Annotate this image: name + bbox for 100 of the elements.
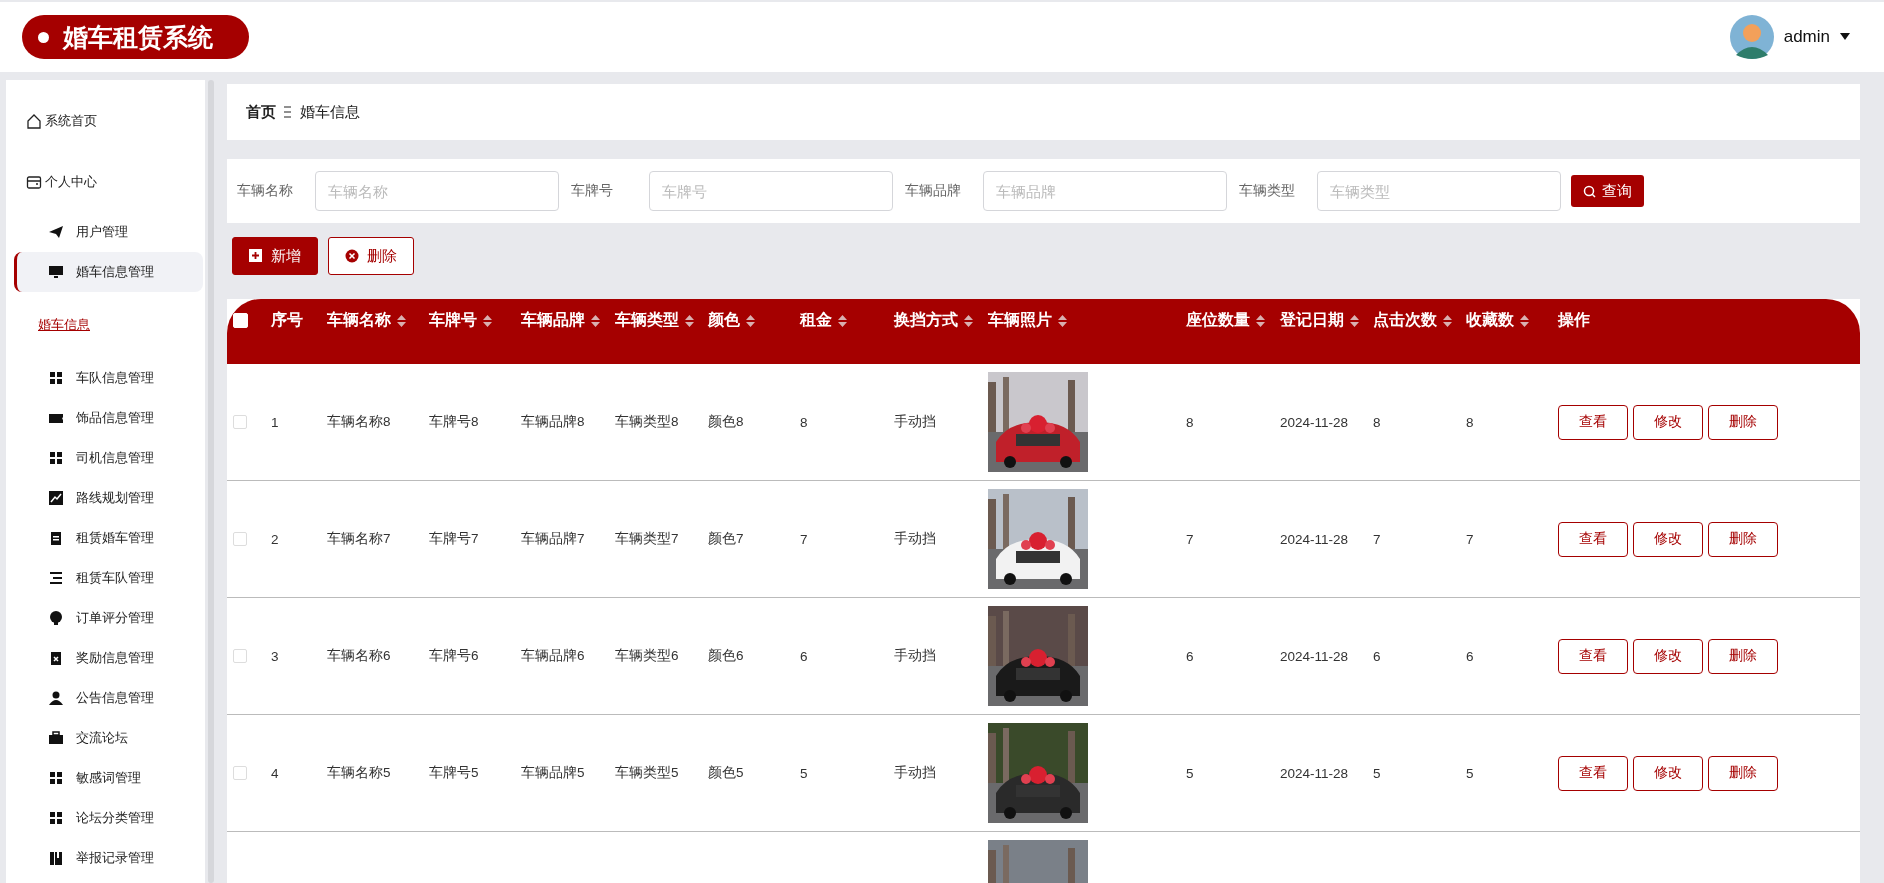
table-cell: 6 — [1373, 648, 1381, 664]
input-field[interactable]: 车辆名称 — [315, 171, 559, 211]
table-cell: 2024-11-28 — [1280, 648, 1349, 664]
sort-icon — [1256, 314, 1265, 327]
table-cell: 车辆品牌6 — [521, 648, 585, 663]
checkbox[interactable] — [233, 415, 247, 429]
clipboard-icon — [48, 530, 64, 546]
sort-icon — [685, 314, 694, 327]
nav-item[interactable]: 司机信息管理 — [14, 438, 203, 478]
app-title: 婚车租赁系统 — [22, 15, 249, 59]
table-cell: 颜色5 — [708, 765, 744, 780]
nav-item[interactable]: 举报记录管理 — [14, 838, 203, 878]
separator-icon — [284, 106, 292, 118]
grid-icon — [48, 810, 64, 826]
table-cell: 8 — [1186, 414, 1194, 430]
view-button[interactable]: 查看 — [1558, 521, 1628, 557]
delete-button[interactable]: 删除 — [1708, 404, 1778, 440]
sort-icon — [397, 314, 406, 327]
briefcase-icon — [48, 730, 64, 746]
home-icon — [26, 112, 42, 129]
nav-item[interactable]: 饰品信息管理 — [14, 398, 203, 438]
column-header[interactable]: 车辆名称 — [327, 310, 391, 331]
nav-item[interactable]: 个人中心 — [6, 151, 205, 212]
edit-button[interactable]: 修改 — [1633, 755, 1703, 791]
nav-item[interactable]: 车队信息管理 — [14, 358, 203, 398]
table-cell: 8 — [1466, 414, 1474, 430]
nav-item[interactable]: 系统首页 — [6, 90, 205, 151]
field-label: 车辆类型 — [1239, 182, 1296, 200]
user-name[interactable]: admin — [1783, 27, 1830, 47]
table-cell: 车牌号5 — [429, 765, 479, 780]
table-cell: 车辆类型8 — [615, 414, 679, 429]
grid-icon — [48, 770, 64, 786]
input-field[interactable]: 车辆类型 — [1317, 171, 1561, 211]
edit-button[interactable]: 修改 — [1633, 521, 1703, 557]
nav-item[interactable]: 订单评分管理 — [14, 598, 203, 638]
column-header[interactable]: 租金 — [800, 310, 832, 331]
table-cell: 手动挡 — [894, 765, 936, 780]
column-header: 操作 — [1558, 310, 1590, 330]
table-cell: 7 — [800, 531, 808, 547]
table-cell: 车辆品牌5 — [521, 765, 585, 780]
table-cell: 车牌号7 — [429, 531, 479, 546]
nav-item[interactable]: 敏感词管理 — [14, 758, 203, 798]
nav-item[interactable]: 路线规划管理 — [14, 478, 203, 518]
sort-icon — [1058, 314, 1067, 327]
search-button[interactable]: 查询 — [1571, 175, 1644, 207]
view-button[interactable]: 查看 — [1558, 404, 1628, 440]
nav-item[interactable]: 租赁车队管理 — [14, 558, 203, 598]
input-field[interactable]: 车牌号 — [649, 171, 893, 211]
sort-icon — [1350, 314, 1359, 327]
input-field[interactable]: 车辆品牌 — [983, 171, 1227, 211]
column-header[interactable]: 车辆照片 — [988, 310, 1052, 331]
edit-button[interactable]: 修改 — [1633, 638, 1703, 674]
close-icon — [345, 249, 359, 263]
nav-item[interactable]: 用户管理 — [14, 212, 203, 252]
column-header[interactable]: 车辆品牌 — [521, 310, 585, 331]
column-header[interactable]: 点击次数 — [1373, 310, 1437, 331]
view-button[interactable]: 查看 — [1558, 755, 1628, 791]
table-cell: 2 — [271, 531, 279, 547]
breadcrumb-item[interactable]: 首页 — [246, 102, 276, 122]
checkbox[interactable] — [233, 532, 247, 546]
nav-item[interactable]: 奖励信息管理 — [14, 638, 203, 678]
field-label: 车辆名称 — [237, 182, 294, 200]
column-header[interactable]: 颜色 — [708, 310, 740, 331]
nav-item[interactable]: 论坛分类管理 — [14, 798, 203, 838]
column-header[interactable]: 座位数量 — [1186, 310, 1250, 331]
table-cell: 6 — [1186, 648, 1194, 664]
delete-button[interactable]: 删除 — [1708, 521, 1778, 557]
table-cell: 7 — [1466, 531, 1474, 547]
add-button[interactable]: 新增 — [232, 237, 318, 275]
column-header[interactable]: 车牌号 — [429, 310, 477, 331]
nav-item[interactable]: 公告信息管理 — [14, 678, 203, 718]
plus-icon — [249, 249, 263, 263]
edit-button[interactable]: 修改 — [1633, 404, 1703, 440]
table-cell: 7 — [1373, 531, 1381, 547]
table-cell: 1 — [271, 414, 279, 430]
delete-button[interactable]: 删除 — [1708, 755, 1778, 791]
table-cell: 车辆类型6 — [615, 648, 679, 663]
column-header[interactable]: 换挡方式 — [894, 310, 958, 331]
nav-item[interactable]: 交流论坛 — [14, 718, 203, 758]
checkbox[interactable] — [233, 766, 247, 780]
table-cell: 2024-11-28 — [1280, 531, 1349, 547]
monitor-icon — [48, 264, 64, 280]
delete-button[interactable]: 删除 — [1708, 638, 1778, 674]
chart-icon — [48, 490, 64, 506]
table-cell: 车辆品牌8 — [521, 414, 585, 429]
view-button[interactable]: 查看 — [1558, 638, 1628, 674]
column-header[interactable]: 车辆类型 — [615, 310, 679, 331]
checkbox[interactable] — [233, 649, 247, 663]
table-cell: 车辆名称5 — [327, 765, 391, 780]
nav-link[interactable]: 婚车信息 — [38, 316, 90, 334]
nav-item[interactable]: 租赁婚车管理 — [14, 518, 203, 558]
column-header[interactable]: 登记日期 — [1280, 310, 1344, 331]
column-header[interactable]: 收藏数 — [1466, 310, 1514, 331]
table-cell: 车辆名称7 — [327, 531, 391, 546]
bulb-icon — [48, 610, 64, 626]
nav-item[interactable]: 婚车信息管理 — [14, 252, 203, 292]
delete-button[interactable]: 删除 — [328, 237, 414, 275]
table-cell: 车辆名称6 — [327, 648, 391, 663]
table-cell: 2024-11-28 — [1280, 765, 1349, 781]
table-cell: 颜色7 — [708, 531, 744, 546]
